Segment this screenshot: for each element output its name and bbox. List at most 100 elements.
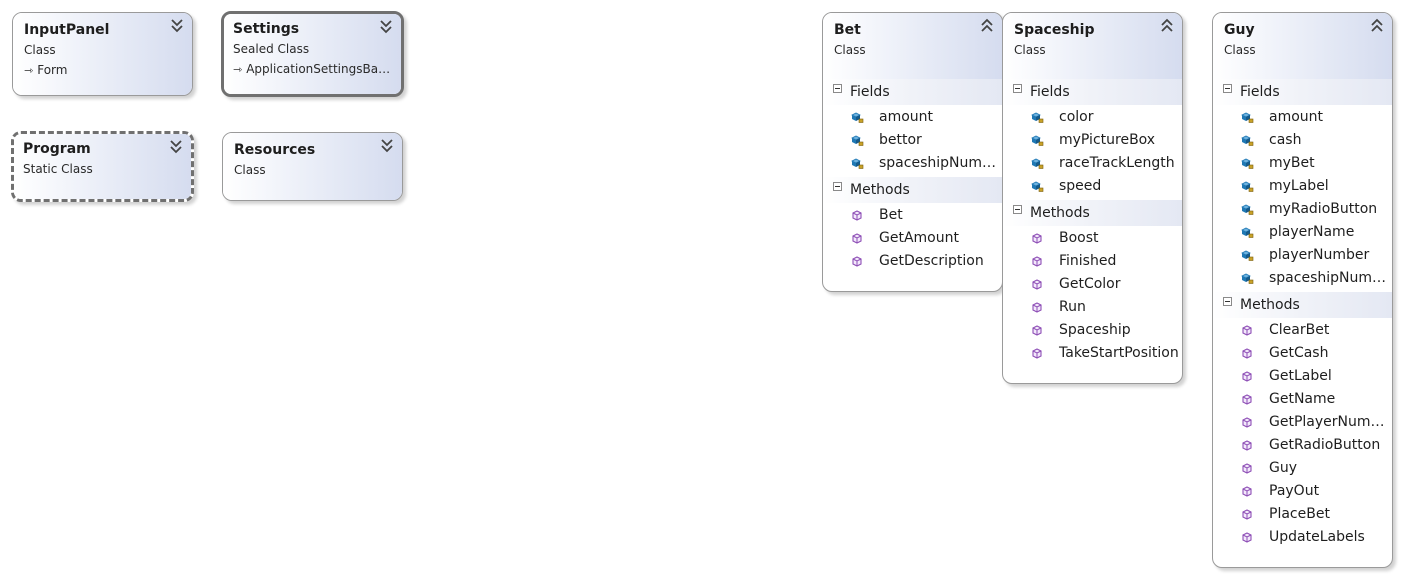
private-field-cube-lock-icon (850, 157, 864, 170)
method-item[interactable]: TakeStartPosition (1003, 342, 1182, 365)
method-name: GetName (1269, 391, 1336, 407)
expand-double-chevron-icon[interactable] (168, 138, 184, 156)
collapse-double-chevron-icon[interactable] (1159, 17, 1175, 35)
methods-list: ClearBet GetCash GetLabel GetName GetPlayerN… (1213, 318, 1392, 551)
private-field-cube-lock-icon (1240, 111, 1254, 124)
collapse-minus-icon[interactable] (1223, 84, 1232, 93)
base-class-name: Form (37, 63, 68, 77)
field-name: amount (1269, 109, 1324, 125)
class-header: Spaceship Class (1003, 13, 1182, 79)
method-item[interactable]: Bet (823, 204, 1002, 227)
fields-section-header[interactable]: Fields (1003, 79, 1182, 105)
method-cube-icon (1240, 462, 1254, 475)
method-item[interactable]: ClearBet (1213, 319, 1392, 342)
field-item[interactable]: myLabel (1213, 175, 1392, 198)
class-kind: Class (1014, 43, 1046, 57)
method-cube-icon (1030, 255, 1044, 268)
collapse-double-chevron-icon[interactable] (979, 17, 995, 35)
class-kind: Sealed Class (233, 42, 310, 56)
private-field-cube-lock-icon (1240, 226, 1254, 239)
method-cube-icon (1030, 324, 1044, 337)
field-item[interactable]: amount (823, 106, 1002, 129)
method-item[interactable]: GetLabel (1213, 365, 1392, 388)
method-cube-icon (1240, 347, 1254, 360)
method-cube-icon (1030, 301, 1044, 314)
class-shape-spaceship[interactable]: Spaceship Class Fields color myPictureBox r… (1002, 12, 1183, 384)
method-cube-icon (1240, 324, 1254, 337)
field-item[interactable]: cash (1213, 129, 1392, 152)
fields-section-header[interactable]: Fields (1213, 79, 1392, 105)
collapse-minus-icon[interactable] (1013, 84, 1022, 93)
expand-double-chevron-icon[interactable] (169, 17, 185, 35)
methods-section-header[interactable]: Methods (1213, 292, 1392, 318)
method-item[interactable]: Boost (1003, 227, 1182, 250)
private-field-cube-lock-icon (1030, 134, 1044, 147)
field-item[interactable]: speed (1003, 175, 1182, 198)
method-item[interactable]: GetRadioButton (1213, 434, 1392, 457)
private-field-cube-lock-icon (1030, 180, 1044, 193)
class-shape-inputpanel[interactable]: InputPanel Class ⇾ Form (12, 12, 193, 96)
class-name: InputPanel (24, 22, 110, 38)
method-item[interactable]: PlaceBet (1213, 503, 1392, 526)
collapse-minus-icon[interactable] (833, 84, 842, 93)
methods-section-label: Methods (1030, 205, 1090, 221)
method-item[interactable]: GetDescription (823, 250, 1002, 273)
method-name: Guy (1269, 460, 1298, 476)
field-item[interactable]: spaceshipNum… (823, 152, 1002, 175)
method-name: TakeStartPosition (1059, 345, 1179, 361)
class-shape-program[interactable]: Program Static Class (11, 131, 194, 202)
collapse-minus-icon[interactable] (1223, 297, 1232, 306)
expand-double-chevron-icon[interactable] (379, 137, 395, 155)
base-class-name: ApplicationSettingsBa… (246, 62, 391, 76)
field-name: speed (1059, 178, 1102, 194)
method-item[interactable]: GetColor (1003, 273, 1182, 296)
method-item[interactable]: Guy (1213, 457, 1392, 480)
field-name: raceTrackLength (1059, 155, 1175, 171)
private-field-cube-lock-icon (1240, 180, 1254, 193)
class-body: Fields amount bettor spaceshipNum… Methods Be… (823, 79, 1002, 275)
field-name: myBet (1269, 155, 1315, 171)
methods-section-header[interactable]: Methods (1003, 200, 1182, 226)
method-name: GetAmount (879, 230, 959, 246)
method-item[interactable]: Finished (1003, 250, 1182, 273)
field-name: myPictureBox (1059, 132, 1156, 148)
field-item[interactable]: amount (1213, 106, 1392, 129)
methods-section-header[interactable]: Methods (823, 177, 1002, 203)
field-item[interactable]: playerName (1213, 221, 1392, 244)
expand-double-chevron-icon[interactable] (378, 18, 394, 36)
field-item[interactable]: myRadioButton (1213, 198, 1392, 221)
field-item[interactable]: color (1003, 106, 1182, 129)
class-shape-bet[interactable]: Bet Class Fields amount bettor spaceshipNum… (822, 12, 1003, 292)
method-name: Run (1059, 299, 1086, 315)
collapse-double-chevron-icon[interactable] (1369, 17, 1385, 35)
method-item[interactable]: GetCash (1213, 342, 1392, 365)
field-name: myLabel (1269, 178, 1329, 194)
class-header: InputPanel Class ⇾ Form (13, 13, 192, 95)
field-item[interactable]: spaceshipNum… (1213, 267, 1392, 290)
class-shape-guy[interactable]: Guy Class Fields amount cash myBet myLabel my… (1212, 12, 1393, 568)
field-item[interactable]: playerNumber (1213, 244, 1392, 267)
method-item[interactable]: GetName (1213, 388, 1392, 411)
field-name: bettor (879, 132, 922, 148)
field-item[interactable]: raceTrackLength (1003, 152, 1182, 175)
field-item[interactable]: myPictureBox (1003, 129, 1182, 152)
method-item[interactable]: GetPlayerNum… (1213, 411, 1392, 434)
collapse-minus-icon[interactable] (1013, 205, 1022, 214)
method-item[interactable]: Run (1003, 296, 1182, 319)
method-item[interactable]: PayOut (1213, 480, 1392, 503)
field-name: myRadioButton (1269, 201, 1378, 217)
class-shape-resources[interactable]: Resources Class (222, 132, 403, 201)
method-item[interactable]: Spaceship (1003, 319, 1182, 342)
methods-section-label: Methods (1240, 297, 1300, 313)
collapse-minus-icon[interactable] (833, 182, 842, 191)
method-item[interactable]: GetAmount (823, 227, 1002, 250)
method-name: GetColor (1059, 276, 1121, 292)
field-item[interactable]: myBet (1213, 152, 1392, 175)
class-shape-settings[interactable]: Settings Sealed Class ⇾ ApplicationSettin… (221, 11, 404, 97)
fields-section-header[interactable]: Fields (823, 79, 1002, 105)
field-item[interactable]: bettor (823, 129, 1002, 152)
method-name: Boost (1059, 230, 1099, 246)
private-field-cube-lock-icon (1240, 134, 1254, 147)
method-item[interactable]: UpdateLabels (1213, 526, 1392, 549)
method-cube-icon (850, 209, 864, 222)
